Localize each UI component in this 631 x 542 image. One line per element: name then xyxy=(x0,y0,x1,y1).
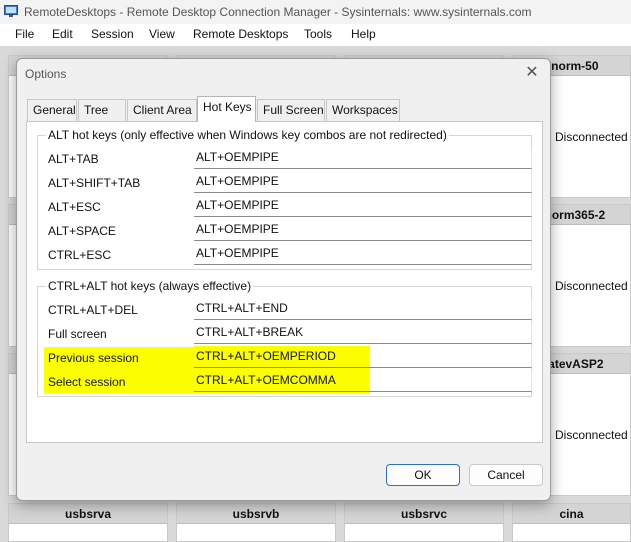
tab-hot-keys[interactable]: Hot Keys xyxy=(197,96,256,122)
cancel-button[interactable]: Cancel xyxy=(469,464,543,486)
menu-file[interactable]: File xyxy=(15,27,34,41)
session-tile-cina[interactable]: cina xyxy=(512,503,631,542)
menu-remote-desktops[interactable]: Remote Desktops xyxy=(193,27,288,41)
ctrlalt-hotkeys-group: CTRL+ALT hot keys (always effective) CTR… xyxy=(37,279,532,397)
tile-header: cina xyxy=(513,504,630,524)
ok-button[interactable]: OK xyxy=(386,464,460,486)
hotkey-label: Select session xyxy=(48,375,126,389)
tile-status: Disconnected xyxy=(555,428,628,442)
hotkey-field[interactable]: ALT+OEMPIPE xyxy=(194,219,532,241)
hotkey-field[interactable]: CTRL+ALT+BREAK xyxy=(194,322,532,344)
tile-header: usbsrvc xyxy=(345,504,503,524)
alt-hotkeys-group: ALT hot keys (only effective when Window… xyxy=(37,128,532,270)
hotkey-label: CTRL+ESC xyxy=(48,248,112,262)
hotkey-label: ALT+SHIFT+TAB xyxy=(48,176,141,190)
hotkey-field[interactable]: ALT+OEMPIPE xyxy=(194,195,532,217)
hotkey-label: ALT+TAB xyxy=(48,152,99,166)
hotkey-field[interactable]: CTRL+ALT+END xyxy=(194,298,532,320)
tab-tree[interactable]: Tree xyxy=(78,99,126,121)
hotkey-label: CTRL+ALT+DEL xyxy=(48,303,138,317)
menu-session[interactable]: Session xyxy=(91,27,134,41)
tab-full-screen[interactable]: Full Screen xyxy=(257,99,325,121)
hotkey-field-value[interactable]: CTRL+ALT+OEMCOMMA xyxy=(194,370,370,392)
hotkey-label: Previous session xyxy=(48,351,139,365)
menu-edit[interactable]: Edit xyxy=(52,27,73,41)
hotkey-label: Full screen xyxy=(48,327,107,341)
menu-bar: File Edit Session View Remote Desktops T… xyxy=(0,24,631,46)
menu-help[interactable]: Help xyxy=(351,27,376,41)
rdcman-app-icon xyxy=(4,5,18,17)
hotkey-field[interactable]: ALT+OEMPIPE xyxy=(194,147,532,169)
tile-header: usbsrvb xyxy=(177,504,335,524)
menu-view[interactable]: View xyxy=(149,27,175,41)
hotkey-label: ALT+ESC xyxy=(48,200,101,214)
tab-client-area[interactable]: Client Area xyxy=(127,99,197,121)
window-title: RemoteDesktops - Remote Desktop Connecti… xyxy=(24,5,532,19)
session-tile-usbsrva[interactable]: usbsrva xyxy=(8,503,168,542)
tile-header: usbsrva xyxy=(9,504,167,524)
tab-workspaces[interactable]: Workspaces xyxy=(326,99,400,121)
session-tile-usbsrvc[interactable]: usbsrvc xyxy=(344,503,504,542)
hot-keys-panel: ALT hot keys (only effective when Window… xyxy=(26,121,543,443)
tile-status: Disconnected xyxy=(555,279,628,293)
dialog-title: Options xyxy=(25,67,67,81)
hotkey-field-value[interactable]: CTRL+ALT+OEMPERIOD xyxy=(194,346,370,368)
menu-tools[interactable]: Tools xyxy=(304,27,332,41)
session-tile-usbsrvb[interactable]: usbsrvb xyxy=(176,503,336,542)
close-icon[interactable]: ✕ xyxy=(518,62,546,84)
hotkey-field[interactable]: ALT+OEMPIPE xyxy=(194,171,532,193)
title-bar: RemoteDesktops - Remote Desktop Connecti… xyxy=(0,0,631,24)
hotkey-label: ALT+SPACE xyxy=(48,224,116,238)
group-title: CTRL+ALT hot keys (always effective) xyxy=(46,279,254,293)
hotkey-field[interactable]: ALT+OEMPIPE xyxy=(194,243,532,265)
options-dialog: Options ✕ General Tree Client Area Hot K… xyxy=(16,58,551,501)
group-title: ALT hot keys (only effective when Window… xyxy=(46,128,449,142)
tile-status: Disconnected xyxy=(555,130,628,144)
tab-general[interactable]: General xyxy=(27,99,77,121)
